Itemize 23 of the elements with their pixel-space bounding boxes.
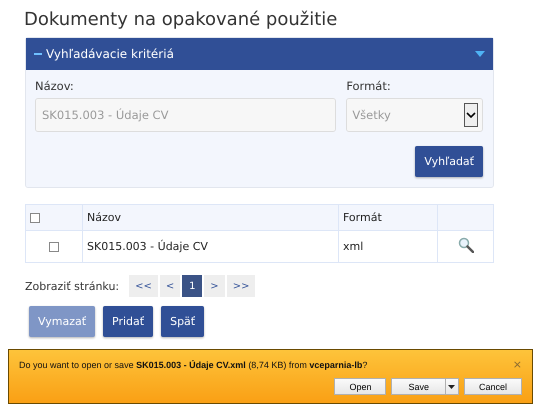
download-message: Do you want to open or save SK015.003 - Údaje CV.xml (8,74 KB) from vceparnia-lb?: [19, 360, 368, 370]
page-button[interactable]: >: [204, 275, 225, 297]
page-button[interactable]: >>: [226, 275, 256, 297]
page-title: Dokumenty na opakované použitie: [24, 8, 338, 31]
dialog-button[interactable]: Open: [334, 378, 386, 395]
panel-title: Vyhľadávacie kritériá: [46, 47, 175, 61]
dialog-button[interactable]: Cancel: [464, 378, 522, 395]
page-button[interactable]: <<: [129, 275, 158, 297]
page-button[interactable]: <: [160, 275, 180, 297]
pager-label: Zobraziť stránku:: [25, 280, 120, 292]
table-cell: SK015.003 - Údaje CV: [82, 230, 338, 262]
table-cell: xml: [338, 230, 438, 262]
action-button[interactable]: Pridať: [103, 306, 154, 337]
field-label: Formát:: [346, 79, 392, 93]
action-button[interactable]: Späť: [161, 306, 204, 337]
page-button[interactable]: 1: [182, 275, 202, 297]
column-header: Názov: [82, 204, 338, 230]
save-button[interactable]: Save: [391, 378, 459, 395]
column-header: Formát: [338, 204, 438, 230]
search-button[interactable]: Vyhľadať: [415, 146, 483, 177]
field-label: Názov:: [35, 79, 75, 93]
panel-header[interactable]: Vyhľadávacie kritériá: [26, 38, 493, 70]
name-input[interactable]: SK015.003 - Údaje CV: [35, 98, 336, 132]
